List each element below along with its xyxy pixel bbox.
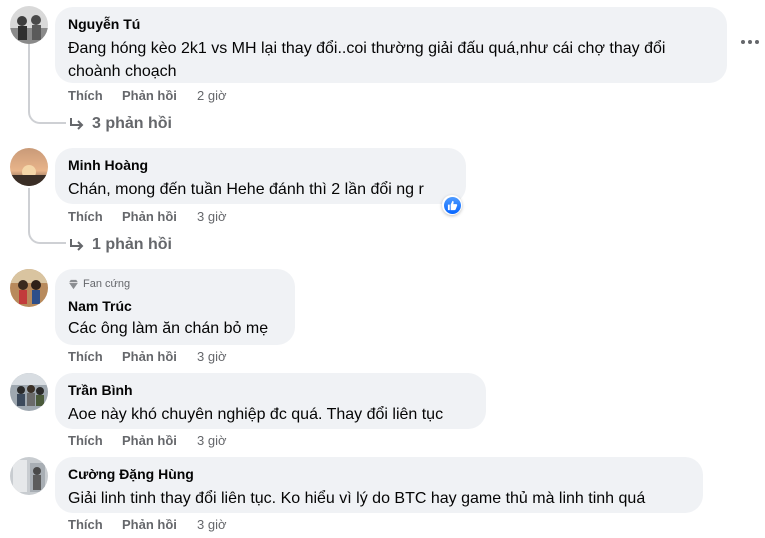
comment-author[interactable]: Minh Hoàng <box>68 156 452 174</box>
diamond-icon <box>68 279 79 289</box>
like-reaction-icon[interactable] <box>442 195 462 215</box>
comment-author[interactable]: Cường Đặng Hùng <box>68 465 689 483</box>
comment-text: Các ông làm ăn chán bỏ mẹ <box>68 320 269 337</box>
comment-actions: Thích Phản hồi 3 giờ <box>68 433 227 448</box>
reply-button[interactable]: Phản hồi <box>122 88 197 103</box>
more-options-icon[interactable] <box>738 33 762 51</box>
comment-text: Aoe này khó chuyên nghiệp đc quá. Thay đ… <box>68 406 444 423</box>
comment-bubble: Trần Bình Aoe này khó chuyên nghiệp đc q… <box>55 373 486 429</box>
comment-bubble: Fan cứng Nam Trúc Các ông làm ăn chán bỏ… <box>55 269 295 345</box>
comment-text-line2: choành choạch <box>68 63 177 80</box>
comment-timestamp[interactable]: 3 giờ <box>197 209 227 224</box>
like-button[interactable]: Thích <box>68 349 122 364</box>
comment-timestamp[interactable]: 2 giờ <box>197 88 227 103</box>
comment-timestamp[interactable]: 3 giờ <box>197 433 227 448</box>
comment-timestamp[interactable]: 3 giờ <box>197 349 227 364</box>
like-button[interactable]: Thích <box>68 517 122 532</box>
replies-count: 3 phản hồi <box>92 115 172 132</box>
reply-arrow-icon <box>70 239 84 251</box>
comment-actions: Thích Phản hồi 3 giờ <box>68 517 227 532</box>
view-replies-link[interactable]: 1 phản hồi <box>68 236 172 254</box>
comment-timestamp[interactable]: 3 giờ <box>197 517 227 532</box>
avatar[interactable] <box>10 269 48 307</box>
comment-text: Đang hóng kèo 2k1 vs MH lại thay đổi..co… <box>68 40 666 57</box>
avatar[interactable] <box>10 373 48 411</box>
comment-author[interactable]: Trần Bình <box>68 381 472 399</box>
comment-actions: Thích Phản hồi 2 giờ <box>68 88 227 103</box>
comment-actions: Thích Phản hồi 3 giờ <box>68 349 227 364</box>
reply-button[interactable]: Phản hồi <box>122 209 197 224</box>
avatar[interactable] <box>10 6 48 44</box>
avatar[interactable] <box>10 457 48 495</box>
reply-button[interactable]: Phản hồi <box>122 517 197 532</box>
replies-count: 1 phản hồi <box>92 236 172 253</box>
badge-label: Fan cứng <box>83 278 131 290</box>
like-button[interactable]: Thích <box>68 88 122 103</box>
comment-text: Giải linh tinh thay đổi liên tục. Ko hiể… <box>68 490 646 507</box>
fan-badge[interactable]: Fan cứng <box>68 277 281 291</box>
reply-button[interactable]: Phản hồi <box>122 433 197 448</box>
comment-bubble: Nguyễn Tú Đang hóng kèo 2k1 vs MH lại th… <box>55 7 727 83</box>
comment-actions: Thích Phản hồi 3 giờ <box>68 209 227 224</box>
like-button[interactable]: Thích <box>68 209 122 224</box>
like-button[interactable]: Thích <box>68 433 122 448</box>
avatar[interactable] <box>10 148 48 186</box>
reply-arrow-icon <box>70 118 84 130</box>
comment-bubble: Minh Hoàng Chán, mong đến tuần Hehe đánh… <box>55 148 466 204</box>
comment-author[interactable]: Nguyễn Tú <box>68 15 713 33</box>
comment-bubble: Cường Đặng Hùng Giải linh tinh thay đổi … <box>55 457 703 513</box>
view-replies-link[interactable]: 3 phản hồi <box>68 115 172 133</box>
reply-button[interactable]: Phản hồi <box>122 349 197 364</box>
comment-text: Chán, mong đến tuần Hehe đánh thì 2 lần … <box>68 181 424 198</box>
comment-author[interactable]: Nam Trúc <box>68 297 281 315</box>
